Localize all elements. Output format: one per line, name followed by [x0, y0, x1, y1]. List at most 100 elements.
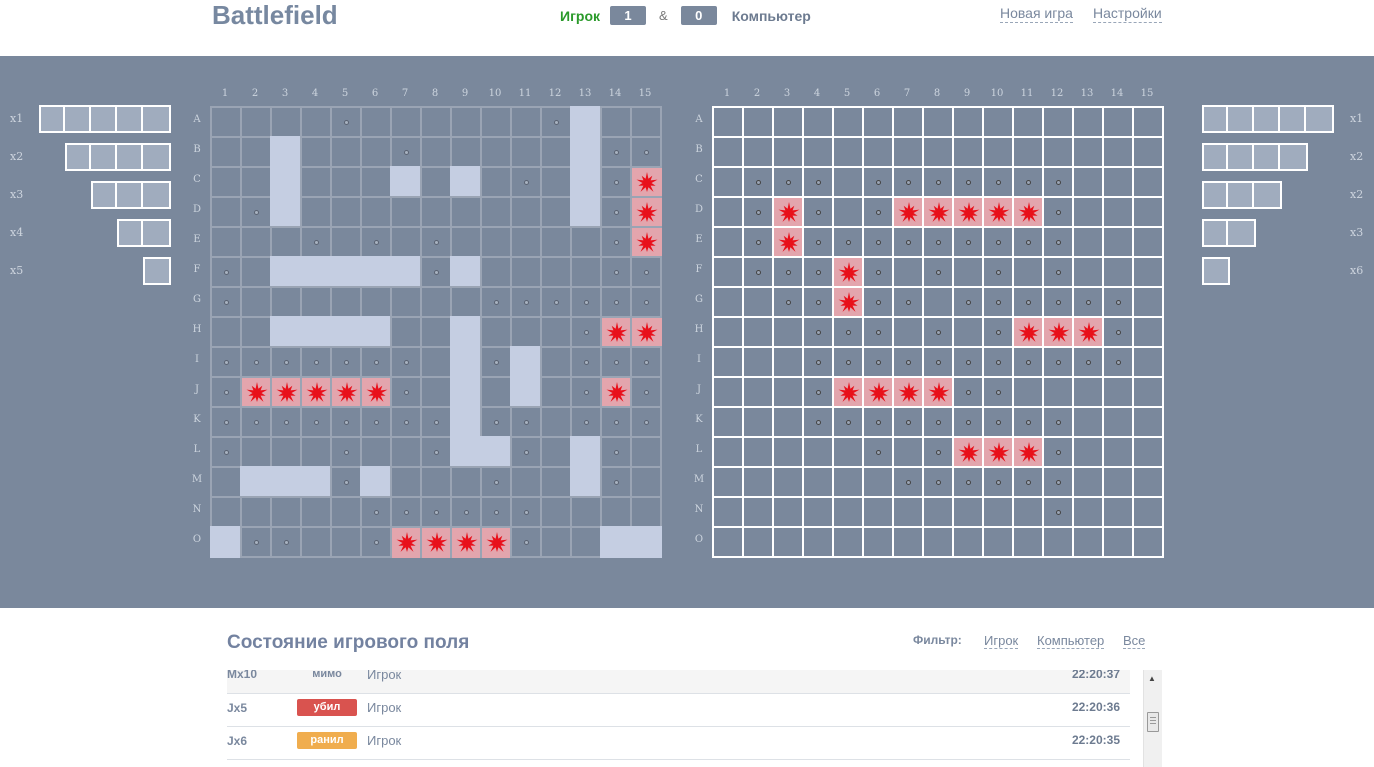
board-cell[interactable]: [1012, 316, 1044, 348]
board-cell[interactable]: [922, 286, 954, 318]
board-cell[interactable]: [802, 526, 834, 558]
board-cell[interactable]: [892, 196, 924, 228]
board-cell[interactable]: [712, 466, 744, 498]
board-cell[interactable]: [742, 346, 774, 378]
board-cell[interactable]: [802, 196, 834, 228]
board-cell[interactable]: [952, 286, 984, 318]
board-cell[interactable]: [1132, 526, 1164, 558]
board-cell[interactable]: [1132, 406, 1164, 438]
board-cell[interactable]: [862, 286, 894, 318]
board-cell[interactable]: [922, 496, 954, 528]
board-cell[interactable]: [1102, 136, 1134, 168]
board-cell[interactable]: [862, 136, 894, 168]
board-cell[interactable]: [802, 496, 834, 528]
board-cell[interactable]: [1012, 376, 1044, 408]
board-cell[interactable]: [712, 196, 744, 228]
log-scrollbar[interactable]: ▲: [1143, 670, 1162, 767]
board-cell[interactable]: [1042, 316, 1074, 348]
board-cell[interactable]: [772, 346, 804, 378]
board-cell[interactable]: [922, 256, 954, 288]
filter-player-link[interactable]: Игрок: [984, 633, 1019, 649]
board-cell[interactable]: [1012, 436, 1044, 468]
board-cell[interactable]: [892, 406, 924, 438]
board-cell[interactable]: [1012, 166, 1044, 198]
board-cell[interactable]: [892, 226, 924, 258]
board-cell[interactable]: [1072, 136, 1104, 168]
board-cell[interactable]: [1072, 466, 1104, 498]
board-cell[interactable]: [892, 526, 924, 558]
board-cell[interactable]: [1102, 166, 1134, 198]
board-cell[interactable]: [862, 346, 894, 378]
board-cell[interactable]: [952, 346, 984, 378]
board-cell[interactable]: [832, 286, 864, 318]
board-cell[interactable]: [742, 496, 774, 528]
board-cell[interactable]: [1072, 526, 1104, 558]
board-cell[interactable]: [742, 436, 774, 468]
board-cell[interactable]: [1132, 436, 1164, 468]
board-cell[interactable]: [742, 226, 774, 258]
board-cell[interactable]: [802, 286, 834, 318]
board-cell[interactable]: [1132, 346, 1164, 378]
board-cell[interactable]: [712, 106, 744, 138]
board-cell[interactable]: [892, 136, 924, 168]
board-cell[interactable]: [1072, 376, 1104, 408]
board-cell[interactable]: [982, 406, 1014, 438]
board-cell[interactable]: [922, 316, 954, 348]
board-cell[interactable]: [1102, 526, 1134, 558]
board-cell[interactable]: [772, 256, 804, 288]
board-cell[interactable]: [772, 316, 804, 348]
board-cell[interactable]: [712, 166, 744, 198]
board-cell[interactable]: [832, 526, 864, 558]
board-cell[interactable]: [712, 436, 744, 468]
board-cell[interactable]: [1132, 496, 1164, 528]
board-cell[interactable]: [952, 136, 984, 168]
board-cell[interactable]: [1042, 136, 1074, 168]
board-cell[interactable]: [802, 136, 834, 168]
board-cell[interactable]: [1132, 466, 1164, 498]
board-cell[interactable]: [1012, 106, 1044, 138]
board-cell[interactable]: [802, 436, 834, 468]
board-cell[interactable]: [982, 346, 1014, 378]
board-cell[interactable]: [832, 406, 864, 438]
board-cell[interactable]: [772, 466, 804, 498]
board-cell[interactable]: [862, 376, 894, 408]
board-cell[interactable]: [952, 256, 984, 288]
board-cell[interactable]: [772, 286, 804, 318]
board-cell[interactable]: [892, 106, 924, 138]
scroll-thumb[interactable]: [1147, 712, 1159, 732]
board-cell[interactable]: [802, 226, 834, 258]
board-cell[interactable]: [742, 106, 774, 138]
board-cell[interactable]: [832, 376, 864, 408]
board-cell[interactable]: [802, 406, 834, 438]
board-cell[interactable]: [1042, 466, 1074, 498]
board-cell[interactable]: [922, 376, 954, 408]
board-cell[interactable]: [892, 256, 924, 288]
board-cell[interactable]: [1042, 106, 1074, 138]
board-cell[interactable]: [1042, 226, 1074, 258]
board-cell[interactable]: [832, 226, 864, 258]
board-cell[interactable]: [952, 196, 984, 228]
board-cell[interactable]: [1102, 196, 1134, 228]
board-cell[interactable]: [1102, 346, 1134, 378]
board-cell[interactable]: [892, 316, 924, 348]
board-cell[interactable]: [892, 436, 924, 468]
board-cell[interactable]: [1132, 256, 1164, 288]
board-cell[interactable]: [1072, 406, 1104, 438]
board-cell[interactable]: [1042, 376, 1074, 408]
board-cell[interactable]: [1072, 106, 1104, 138]
board-cell[interactable]: [982, 256, 1014, 288]
board-cell[interactable]: [802, 166, 834, 198]
board-cell[interactable]: [952, 226, 984, 258]
board-cell[interactable]: [952, 496, 984, 528]
board-cell[interactable]: [712, 346, 744, 378]
board-cell[interactable]: [982, 316, 1014, 348]
board-cell[interactable]: [862, 196, 894, 228]
board-cell[interactable]: [1012, 526, 1044, 558]
board-cell[interactable]: [922, 106, 954, 138]
board-cell[interactable]: [712, 256, 744, 288]
board-cell[interactable]: [862, 466, 894, 498]
board-cell[interactable]: [742, 286, 774, 318]
board-cell[interactable]: [862, 106, 894, 138]
board-cell[interactable]: [742, 376, 774, 408]
board-cell[interactable]: [1102, 226, 1134, 258]
